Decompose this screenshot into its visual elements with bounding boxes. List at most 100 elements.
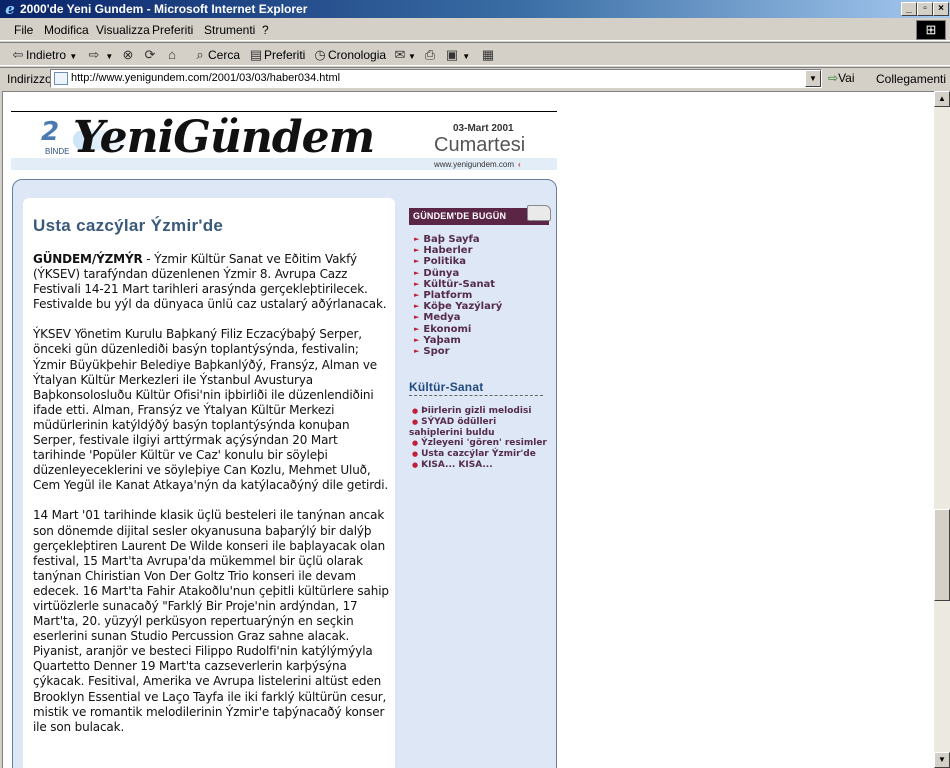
menu-preferiti[interactable]: Preferiti (152, 23, 193, 37)
sidebar-item-platform[interactable]: ► Platform (414, 290, 502, 301)
scroll-up-button[interactable]: ▲ (934, 91, 950, 107)
section-item[interactable]: ● Ýzleyeni 'gören' resimler (409, 438, 549, 449)
search-icon: ⌕ (196, 47, 204, 62)
article-body: GÜNDEM/ÝZMÝR - Ýzmir Kültür Sanat ve Eði… (33, 252, 389, 750)
sidebar-nav: ► Baþ Sayfa ► Haberler ► Politika ► Dünya ► K… (414, 234, 502, 357)
bullet-icon: ● (412, 407, 419, 415)
windows-logo-icon: ⊞ (916, 20, 946, 40)
history-icon: ◷ (314, 47, 326, 62)
menu-bar: File Modifica Visualizza Preferiti Strum… (0, 19, 950, 41)
history-button[interactable]: ◷ Cronologia (312, 45, 386, 65)
home-icon: ⌂ (168, 47, 176, 62)
minimize-button[interactable]: _ (901, 2, 917, 16)
back-icon: ⇦ (12, 47, 24, 62)
address-bar: Indirizzo http://www.yenigundem.com/2001… (0, 67, 950, 100)
header-day: Cumartesi (434, 134, 526, 156)
article-paragraph: GÜNDEM/ÝZMÝR - Ýzmir Kültür Sanat ve Eði… (33, 252, 387, 312)
ie-icon: e (5, 0, 15, 18)
window-title: 2000'de Yeni Gundem - Microsoft Internet… (20, 2, 308, 16)
close-button[interactable]: × (933, 2, 949, 16)
article-paragraph: ÝKSEV Yönetim Kurulu Baþkaný Filiz Eczac… (33, 327, 389, 493)
sidebar-item-yasam[interactable]: ► Yaþam (414, 335, 502, 346)
bullet-icon: ► (414, 324, 420, 333)
stop-button[interactable]: ⊗ (120, 45, 136, 65)
bullet-icon: ► (414, 290, 420, 299)
back-button[interactable]: ⇦ Indietro ▼ (10, 45, 78, 65)
bullet-icon: ► (414, 268, 420, 277)
bullet-icon: ● (412, 460, 419, 469)
bullet-icon: ► (414, 346, 420, 355)
bullet-icon: ► (414, 257, 420, 266)
forward-button[interactable]: ⇨ ▼ (86, 45, 114, 65)
section-item[interactable]: ● KISA... KISA... (409, 460, 549, 471)
go-button[interactable]: ⇨Vai (828, 71, 855, 85)
bullet-icon: ► (414, 313, 420, 322)
section-item[interactable]: ● Usta cazcýlar Ýzmir'de (409, 449, 549, 460)
logo-number[interactable]: 2 (41, 117, 59, 147)
mail-icon: ✉ (394, 47, 406, 62)
go-icon: ⇨ (828, 71, 839, 85)
section-divider (409, 395, 543, 396)
scroll-thumb[interactable] (934, 509, 950, 601)
mail-button[interactable]: ✉ ▼ (392, 45, 416, 65)
favorites-button[interactable]: ▤ Preferiti (248, 45, 306, 65)
sidebar-item-politika[interactable]: ► Politika (414, 256, 502, 267)
header-site-url: www.yenigundem.com ‹ (434, 160, 521, 169)
sidebar-item-ekonomi[interactable]: ► Ekonomi (414, 324, 502, 335)
title-bar: e 2000'de Yeni Gundem - Microsoft Intern… (0, 0, 950, 18)
article-dateline: GÜNDEM/ÝZMÝR (33, 252, 143, 266)
bullet-icon: ► (414, 335, 420, 344)
address-dropdown-button[interactable]: ▼ (805, 70, 821, 87)
site-logo[interactable]: YeniGündem (73, 112, 375, 163)
bullet-icon: ► (414, 279, 420, 288)
sidebar-item-kultur-sanat[interactable]: ► Kültür-Sanat (414, 279, 502, 290)
vertical-scrollbar[interactable]: ▲ ▼ (934, 91, 950, 768)
bullet-icon: ► (414, 235, 420, 243)
section-item[interactable]: ● Þiirlerin gizli melodisi (409, 406, 549, 417)
sidebar-item-haberler[interactable]: ► Haberler (414, 245, 502, 256)
browser-window: e 2000'de Yeni Gundem - Microsoft Intern… (0, 0, 950, 768)
edit-button[interactable]: ▣ ▼ (444, 45, 470, 65)
discuss-button[interactable]: ▦ (480, 45, 496, 65)
stop-icon: ⊗ (122, 47, 134, 62)
address-url: http://www.yenigundem.com/2001/03/03/hab… (71, 72, 341, 84)
folder-icon (527, 205, 551, 221)
header-date: 03-Mart 2001 (453, 123, 514, 134)
chevron-left-icon: ‹ (518, 160, 521, 169)
refresh-icon: ⟳ (144, 47, 156, 62)
print-button[interactable]: ⎙ (422, 45, 438, 65)
edit-icon: ▣ (445, 47, 459, 62)
menu-strumenti[interactable]: Strumenti (204, 23, 255, 37)
maximize-button[interactable]: ▫ (917, 2, 933, 16)
bullet-icon: ● (412, 450, 419, 459)
forward-icon: ⇨ (88, 47, 100, 62)
page-viewport: 2 BİNDE YeniGündem 03-Mart 2001 Cumartes… (2, 91, 934, 768)
sidebar-item-kose-yazilari[interactable]: ► Köþe Yazýlarý (414, 301, 502, 312)
sidebar-item-spor[interactable]: ► Spor (414, 346, 502, 357)
print-icon: ⎙ (424, 47, 436, 62)
bullet-icon: ► (414, 246, 420, 255)
sidebar-item-bas-sayfa[interactable]: ► Baþ Sayfa (414, 234, 502, 245)
search-button[interactable]: ⌕ Cerca (192, 45, 240, 65)
section-list: ● Þiirlerin gizli melodisi ● SÝYAD ödüller… (409, 406, 549, 471)
address-label: Indirizzo (7, 72, 52, 86)
sidebar-item-medya[interactable]: ► Medya (414, 312, 502, 323)
sidebar-item-dunya[interactable]: ► Dünya (414, 268, 502, 279)
discuss-icon: ▦ (481, 47, 495, 62)
section-item[interactable]: ● SÝYAD ödülleri sahiplerini buldu (409, 417, 549, 439)
toolbar: ⇦ Indietro ▼ ⇨ ▼ ⊗ ⟳ ⌂ ⌕ Cerca ▤ Preferiti … (0, 42, 950, 66)
bullet-icon: ● (412, 439, 419, 448)
logo-subtext: BİNDE (45, 147, 70, 156)
menu-visualizza[interactable]: Visualizza (96, 23, 150, 37)
menu-modifica[interactable]: Modifica (44, 23, 89, 37)
page-icon (54, 72, 68, 85)
scroll-down-button[interactable]: ▼ (934, 752, 950, 768)
article-title: Usta cazcýlar Ýzmir'de (33, 216, 224, 235)
address-input[interactable]: http://www.yenigundem.com/2001/03/03/hab… (50, 69, 822, 88)
refresh-button[interactable]: ⟳ (142, 45, 158, 65)
article-paragraph: 14 Mart '01 tarihinde klasik üçlü bestel… (33, 508, 389, 734)
menu-help[interactable]: ? (262, 23, 269, 37)
menu-file[interactable]: File (14, 23, 33, 37)
bullet-icon: ● (412, 417, 419, 426)
home-button[interactable]: ⌂ (164, 45, 180, 65)
